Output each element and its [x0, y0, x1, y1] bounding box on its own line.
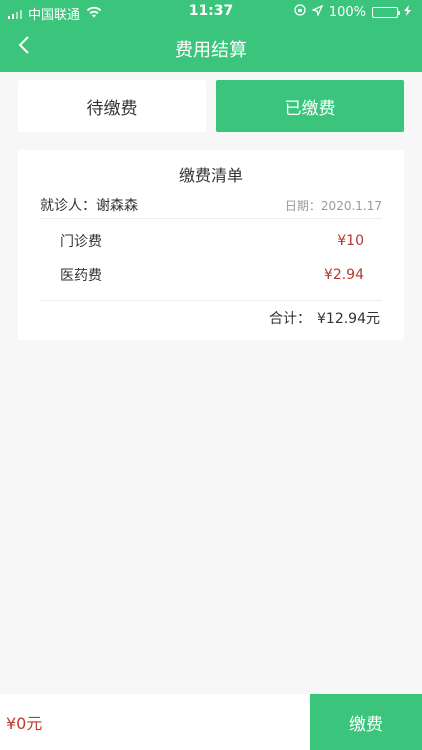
bill-item: 门诊费 ¥10: [60, 230, 364, 252]
battery-icon: [372, 6, 400, 18]
divider: [40, 300, 382, 301]
rotation-lock-icon: [294, 4, 306, 20]
bill-date: 日期：2020.1.17: [284, 198, 382, 213]
patient-row: 就诊人：谢森森 日期：2020.1.17: [40, 194, 382, 216]
location-icon: [310, 4, 324, 20]
payment-tabs: 待缴费 已缴费: [18, 80, 404, 132]
bill-item-name: 医药费: [60, 268, 102, 284]
patient-name: 就诊人：谢森森: [40, 198, 138, 214]
status-right: 100%: [294, 4, 412, 20]
divider: [40, 218, 382, 219]
battery-percent: 100%: [328, 4, 366, 20]
top-bar: 中国联通 11:37 100% 费用结算: [0, 0, 422, 72]
tab-unpaid[interactable]: 待缴费: [18, 80, 206, 132]
bill-item-amount: ¥2.94: [323, 267, 364, 283]
bill-total-value: ¥12.94元: [317, 311, 380, 327]
status-bar: 中国联通 11:37 100%: [0, 0, 422, 24]
charging-icon: [404, 4, 412, 20]
nav-bar: 费用结算: [0, 24, 422, 72]
bill-card: 缴费清单 就诊人：谢森森 日期：2020.1.17 门诊费 ¥10 医药费 ¥2…: [18, 150, 404, 340]
bill-item-name: 门诊费: [60, 234, 102, 250]
bill-item: 医药费 ¥2.94: [60, 264, 364, 286]
bill-item-amount: ¥10: [337, 233, 364, 249]
bill-total: 合计： ¥12.94元: [269, 308, 380, 328]
tab-paid[interactable]: 已缴费: [216, 80, 404, 132]
bill-total-label: 合计：: [269, 311, 311, 327]
bottom-bar: ¥0元 缴费: [0, 694, 422, 750]
pay-button[interactable]: 缴费: [310, 694, 422, 750]
bottom-amount: ¥0元: [6, 714, 43, 733]
page-title: 费用结算: [175, 40, 247, 61]
bill-title: 缴费清单: [178, 166, 243, 185]
